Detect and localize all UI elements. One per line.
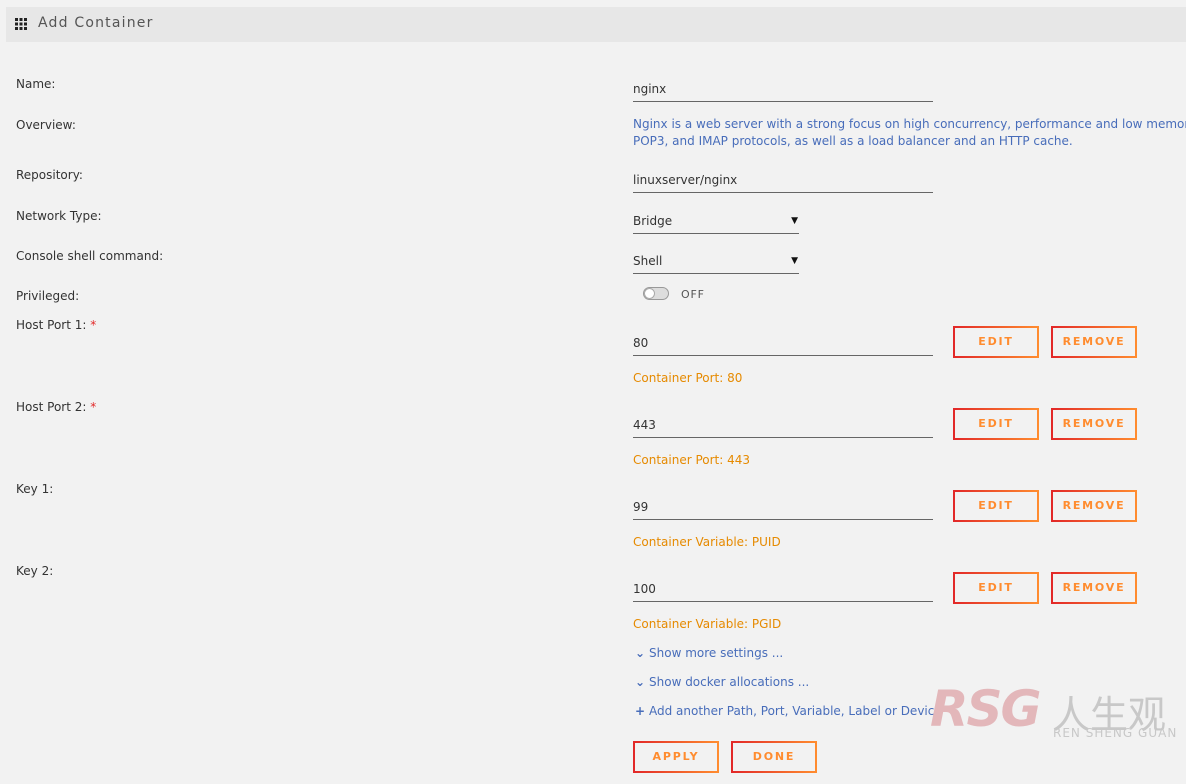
key-1-input[interactable]: 99 (633, 500, 933, 520)
plus-icon: + (635, 704, 646, 718)
privileged-state: OFF (681, 288, 705, 301)
name-label: Name: (16, 77, 56, 91)
key-2-edit-button[interactable]: EDIT (953, 572, 1039, 604)
host-port-1-label: Host Port 1: * (16, 318, 96, 332)
host-port-1-hint: Container Port: 80 (633, 371, 743, 385)
key-1-label: Key 1: (16, 482, 54, 496)
network-type-label: Network Type: (16, 209, 102, 223)
show-docker-allocations-text: Show docker allocations ... (649, 675, 810, 689)
network-type-select[interactable]: Bridge ▼ (633, 214, 799, 234)
key-1-hint: Container Variable: PUID (633, 535, 781, 549)
required-marker: * (90, 400, 97, 414)
apply-button[interactable]: APPLY (633, 741, 719, 773)
watermark-logo: RSG (930, 680, 1042, 738)
grid-icon (15, 18, 27, 30)
key-1-edit-button[interactable]: EDIT (953, 490, 1039, 522)
host-port-2-edit-button[interactable]: EDIT (953, 408, 1039, 440)
chevron-down-icon: ⌄ (635, 675, 646, 689)
watermark-cn-text: 人生观 (1052, 693, 1167, 737)
repository-label: Repository: (16, 168, 83, 182)
console-shell-select[interactable]: Shell ▼ (633, 254, 799, 274)
host-port-1-remove-button[interactable]: REMOVE (1051, 326, 1137, 358)
key-2-input[interactable]: 100 (633, 582, 933, 602)
host-port-2-input[interactable]: 443 (633, 418, 933, 438)
host-port-2-label-text: Host Port 2: (16, 400, 87, 414)
host-port-1-edit-button[interactable]: EDIT (953, 326, 1039, 358)
console-shell-label: Console shell command: (16, 249, 164, 263)
network-type-value: Bridge (633, 214, 673, 228)
privileged-label: Privileged: (16, 289, 80, 303)
name-input[interactable]: nginx (633, 82, 933, 102)
key-2-remove-button[interactable]: REMOVE (1051, 572, 1137, 604)
host-port-2-hint: Container Port: 443 (633, 453, 751, 467)
show-more-settings-link[interactable]: ⌄ Show more settings ... (635, 646, 783, 660)
overview-label: Overview: (16, 118, 76, 132)
console-shell-value: Shell (633, 254, 663, 268)
required-marker: * (90, 318, 97, 332)
key-1-remove-button[interactable]: REMOVE (1051, 490, 1137, 522)
done-button[interactable]: DONE (731, 741, 817, 773)
host-port-1-label-text: Host Port 1: (16, 318, 87, 332)
add-another-link[interactable]: + Add another Path, Port, Variable, Label… (635, 704, 942, 718)
repository-input[interactable]: linuxserver/nginx (633, 173, 933, 193)
caret-down-icon: ▼ (791, 256, 798, 266)
toggle-knob (644, 288, 655, 299)
show-docker-allocations-link[interactable]: ⌄ Show docker allocations ... (635, 675, 809, 689)
watermark-pinyin-text: REN SHENG GUAN (1053, 726, 1178, 740)
caret-down-icon: ▼ (791, 216, 798, 226)
header-bar: Add Container (6, 7, 1186, 42)
key-2-label: Key 2: (16, 564, 54, 578)
host-port-2-label: Host Port 2: * (16, 400, 96, 414)
add-another-text: Add another Path, Port, Variable, Label … (649, 704, 942, 718)
overview-line-2: POP3, and IMAP protocols, as well as a l… (633, 134, 1073, 148)
privileged-toggle[interactable] (643, 287, 669, 300)
show-more-settings-text: Show more settings ... (649, 646, 784, 660)
host-port-2-remove-button[interactable]: REMOVE (1051, 408, 1137, 440)
overview-line-1: Nginx is a web server with a strong focu… (633, 117, 1186, 131)
page-title: Add Container (38, 15, 154, 31)
overview-text: Nginx is a web server with a strong focu… (633, 116, 1186, 150)
chevron-down-icon: ⌄ (635, 646, 646, 660)
key-2-hint: Container Variable: PGID (633, 617, 782, 631)
host-port-1-input[interactable]: 80 (633, 336, 933, 356)
